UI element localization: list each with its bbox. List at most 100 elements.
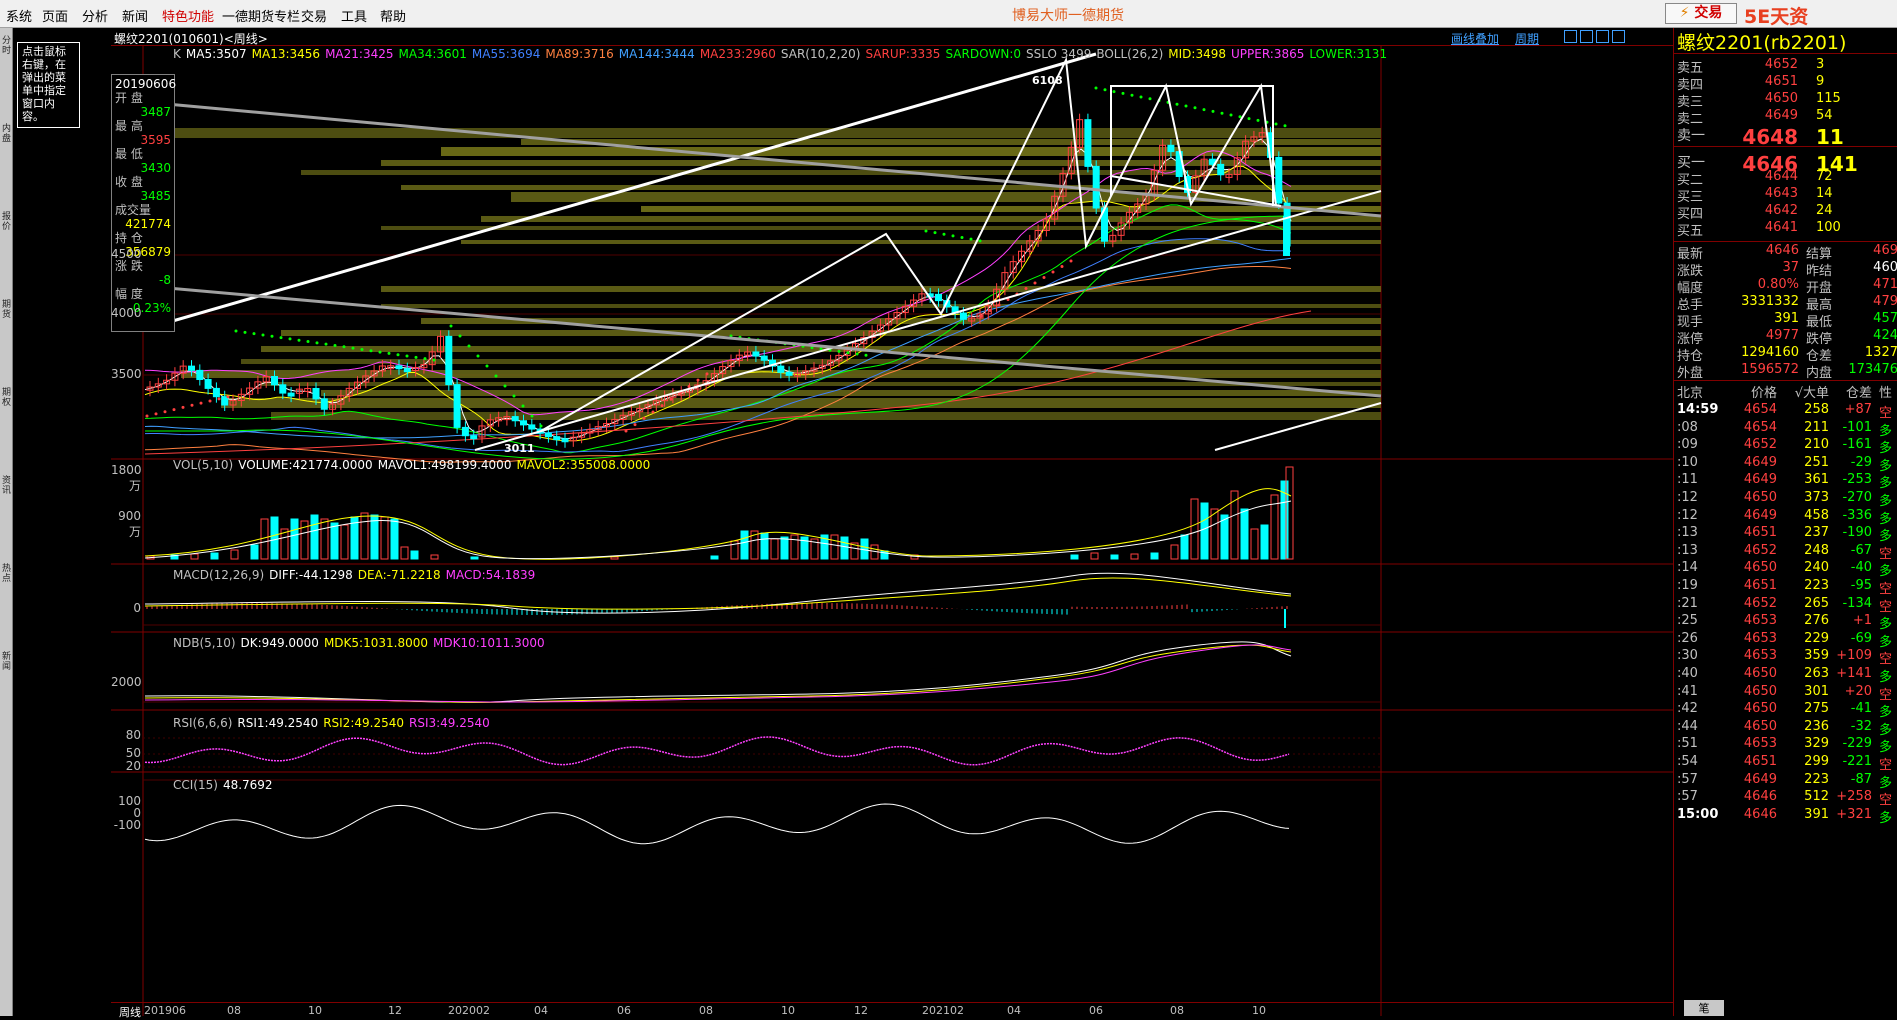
sar-dot xyxy=(988,309,992,312)
volume-profile-bar xyxy=(271,412,1381,420)
menu-item-6[interactable]: 交易 xyxy=(301,6,327,25)
tick-oi-change: -221 xyxy=(1842,754,1872,769)
ohlc-label: 成交量 xyxy=(115,203,152,217)
stat-value: 391 xyxy=(1774,311,1799,326)
y-tick-label: 80 xyxy=(125,728,141,742)
menu-item-8[interactable]: 帮助 xyxy=(380,6,406,25)
window-max-icon[interactable] xyxy=(1596,30,1609,43)
candle-body xyxy=(403,368,411,373)
window-restore-icon[interactable] xyxy=(1564,30,1577,43)
trendline-grey-2 xyxy=(144,284,1382,398)
rsi-legend-item: RSI3:49.2540 xyxy=(408,716,490,730)
ma-legend-item: MA55:3694 xyxy=(471,47,541,61)
tick-nature: 空 xyxy=(1879,582,1893,597)
menu-item-1[interactable]: 页面 xyxy=(42,6,68,25)
left-tab-4[interactable]: 期权 xyxy=(0,388,13,408)
ndb-mdk10-line xyxy=(144,644,1292,703)
vol-legend-item: MAVOL2:355008.0000 xyxy=(516,458,651,472)
sar-dot xyxy=(360,347,364,351)
ma-legend-item: SAR(10,2,20) xyxy=(780,47,861,61)
sar-dot xyxy=(351,346,355,350)
stat-value: 1596572 xyxy=(1741,362,1799,377)
macd-legend-item: DIFF:-44.1298 xyxy=(269,568,353,582)
x-axis-label: 04 xyxy=(1007,1004,1021,1017)
trade-button[interactable]: ⚡ 交易 xyxy=(1665,3,1737,24)
tick-volume: 299 xyxy=(1804,754,1829,769)
menu-item-3[interactable]: 新闻 xyxy=(122,6,148,25)
sar-dot xyxy=(387,351,391,355)
tick-price: 4652 xyxy=(1743,595,1777,611)
sar-dot xyxy=(979,314,983,318)
candle-body xyxy=(320,398,328,410)
left-tab-2[interactable]: 报价 xyxy=(0,212,13,232)
tick-nature: 空 xyxy=(1879,758,1893,773)
menu-item-4[interactable]: 特色功能 xyxy=(162,6,214,25)
window-split-icon[interactable] xyxy=(1580,30,1593,43)
sar-dot xyxy=(1202,108,1206,112)
tick-price: 4650 xyxy=(1743,718,1777,734)
tick-time: :13 xyxy=(1677,542,1698,558)
menu-item-7[interactable]: 工具 xyxy=(341,6,367,25)
tick-oi-change: +258 xyxy=(1836,789,1872,805)
volume-bar xyxy=(1150,552,1159,560)
period-link[interactable]: 周期 xyxy=(1515,30,1539,47)
tick-oi-change: -69 xyxy=(1850,630,1872,646)
tick-header-cell: √大单 xyxy=(1794,386,1829,401)
ma-legend-item: MA233:2960 xyxy=(699,47,776,61)
left-tab-7[interactable]: 新闻 xyxy=(0,652,13,672)
overlay-link[interactable]: 画线叠加 xyxy=(1451,30,1499,47)
window-close-icon[interactable] xyxy=(1612,30,1625,43)
chart-canvas[interactable]: 6108 3011 xyxy=(111,46,1673,1016)
volume-profile-bar xyxy=(521,139,1381,145)
tick-time: :51 xyxy=(1677,736,1698,752)
ma-legend-item: MID:3498 xyxy=(1168,47,1226,61)
tick-header-cell: 价格 xyxy=(1750,386,1777,401)
vol-legend: VOL(5,10) VOLUME:421774.0000 MAVOL1:498199… xyxy=(173,458,655,472)
left-tab-1[interactable]: 内盘 xyxy=(0,124,13,144)
tick-price: 4649 xyxy=(1743,454,1777,470)
x-axis-label: 周线 xyxy=(119,1006,141,1019)
bid-row-volume: 14 xyxy=(1816,186,1833,201)
tick-price: 4654 xyxy=(1743,419,1777,435)
volume-profile-bar xyxy=(381,160,1381,166)
tick-nature: 多 xyxy=(1879,705,1893,721)
candle-body xyxy=(395,365,403,370)
sar-dot xyxy=(485,364,489,368)
volume-bar xyxy=(1110,554,1119,560)
stat-value: 3331332 xyxy=(1741,294,1799,309)
ask-row: 卖一 4648 11 xyxy=(1674,125,1897,149)
tick-nature: 多 xyxy=(1879,775,1893,791)
vol-legend-item: MAVOL1:498199.4000 xyxy=(377,458,512,472)
volume-bar xyxy=(790,534,799,560)
bottom-tab[interactable]: 笔 xyxy=(1684,1000,1724,1016)
candle-body xyxy=(1092,165,1100,209)
sar-dot xyxy=(1220,111,1224,115)
sar-dot xyxy=(234,329,238,333)
menu-item-0[interactable]: 系统 xyxy=(6,6,32,25)
left-tab-5[interactable]: 资讯 xyxy=(0,476,13,496)
sar-dot xyxy=(651,410,655,414)
tick-oi-change: -67 xyxy=(1850,542,1872,558)
tick-volume: 361 xyxy=(1804,472,1829,488)
menu-item-2[interactable]: 分析 xyxy=(82,6,108,25)
bid-row-price: 4643 xyxy=(1764,186,1798,201)
y-tick-label: 2000 xyxy=(111,675,142,689)
ohlc-label: 持 仓 xyxy=(115,231,143,245)
menu-item-5[interactable]: 一德期货专栏 xyxy=(222,6,300,25)
sar-dot xyxy=(476,354,480,358)
stat-value: 4977 xyxy=(1765,328,1799,343)
ask-row-volume: 115 xyxy=(1816,91,1841,106)
rsi-legend-item: RSI(6,6,6) xyxy=(173,716,233,730)
left-tab-6[interactable]: 热点 xyxy=(0,564,13,584)
left-tab-3[interactable]: 期货 xyxy=(0,300,13,320)
menu-bar: 系统 页面 分析 新闻 特色功能 一德期货专栏 交易 工具 帮助 xyxy=(0,0,1897,28)
left-tab-0[interactable]: 分时 xyxy=(0,36,13,56)
rsi-legend-item: RSI2:49.2540 xyxy=(323,716,404,730)
ask-row-price: 4650 xyxy=(1764,91,1798,106)
sar-dot xyxy=(1139,95,1143,99)
rsi-line xyxy=(144,736,1290,766)
sar-dot xyxy=(252,332,256,336)
chart-area[interactable]: 螺纹2201(010601)<周线> 画线叠加 周期 6108 3011 2019… xyxy=(111,28,1673,1019)
ohlc-label: 涨 跌 xyxy=(115,259,143,273)
x-axis-label: 202102 xyxy=(922,1004,964,1017)
